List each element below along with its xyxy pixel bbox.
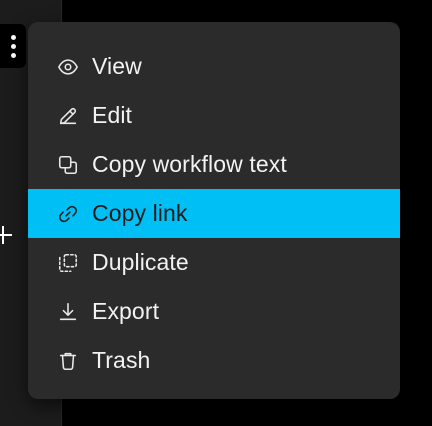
menu-item-duplicate[interactable]: Duplicate bbox=[28, 238, 400, 287]
plus-icon[interactable] bbox=[0, 224, 14, 246]
menu-item-view[interactable]: View bbox=[28, 42, 400, 91]
more-options-button[interactable] bbox=[0, 24, 26, 68]
menu-item-label: Export bbox=[92, 298, 160, 324]
context-menu: View Edit Copy workflow text Copy link D… bbox=[28, 22, 400, 399]
kebab-dot bbox=[10, 43, 16, 49]
menu-item-copy-link[interactable]: Copy link bbox=[28, 189, 400, 238]
menu-item-label: Edit bbox=[92, 102, 133, 128]
screen: View Edit Copy workflow text Copy link D… bbox=[0, 0, 432, 426]
menu-item-label: Copy workflow text bbox=[92, 151, 287, 177]
menu-item-copy-workflow-text[interactable]: Copy workflow text bbox=[28, 140, 400, 189]
menu-item-label: Trash bbox=[92, 347, 151, 373]
menu-item-export[interactable]: Export bbox=[28, 287, 400, 336]
menu-item-trash[interactable]: Trash bbox=[28, 336, 400, 385]
kebab-dot bbox=[10, 52, 16, 58]
menu-item-label: Duplicate bbox=[92, 249, 189, 275]
menu-item-label: Copy link bbox=[92, 200, 188, 226]
duplicate-icon bbox=[56, 251, 80, 275]
pencil-icon bbox=[56, 104, 80, 128]
link-icon bbox=[56, 202, 80, 226]
menu-item-label: View bbox=[92, 53, 142, 79]
trash-icon bbox=[56, 349, 80, 373]
eye-icon bbox=[56, 55, 80, 79]
copy-icon bbox=[56, 153, 80, 177]
kebab-dot bbox=[10, 34, 16, 40]
download-icon bbox=[56, 300, 80, 324]
menu-item-edit[interactable]: Edit bbox=[28, 91, 400, 140]
